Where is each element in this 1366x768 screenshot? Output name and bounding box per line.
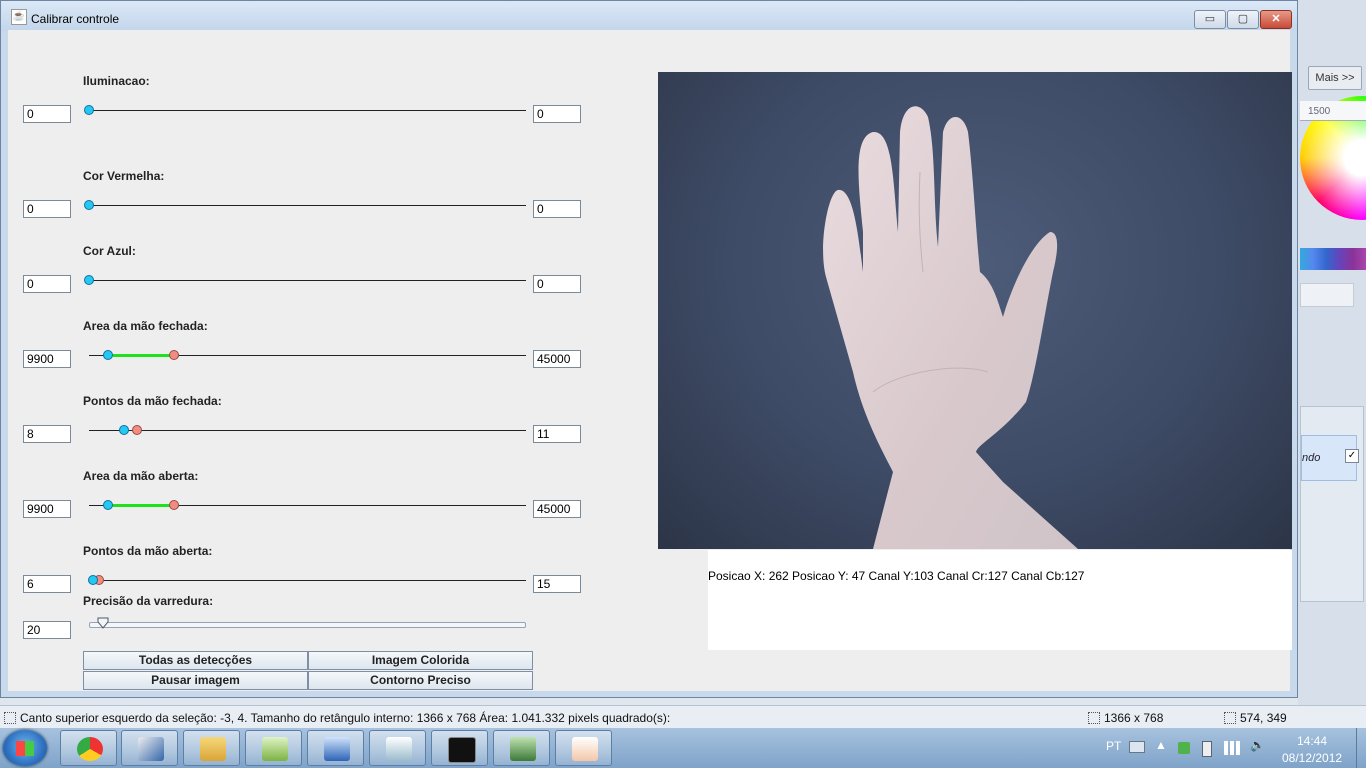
blue-color-min-knob[interactable] [84, 275, 94, 285]
taskbar-monitor[interactable] [493, 730, 550, 766]
open-hand-area-max-field[interactable]: 45000 [533, 500, 581, 518]
language-indicator[interactable]: PT [1106, 739, 1121, 753]
show-desktop-button[interactable] [1356, 728, 1366, 768]
network-icon[interactable] [1224, 741, 1240, 755]
layers-panel: ndo ✓ [1300, 406, 1364, 602]
precision-slider-track[interactable] [89, 622, 526, 628]
status-bar: Canto superior esquerdo da seleção: -3, … [0, 705, 1366, 729]
blue-color-label: Cor Azul: [83, 244, 136, 258]
precision-value-field[interactable]: 20 [23, 621, 71, 639]
open-hand-points-min-field[interactable]: 6 [23, 575, 71, 593]
open-hand-area-min-field[interactable]: 9900 [23, 500, 71, 518]
taskbar-java[interactable] [555, 730, 612, 766]
monitor-icon [510, 737, 536, 761]
all-detections-button[interactable]: Todas as detecções [83, 651, 308, 670]
open-hand-points-slider-track[interactable] [89, 580, 526, 581]
precise-contour-button[interactable]: Contorno Preciso [308, 671, 533, 690]
close-button[interactable]: ✕ [1260, 10, 1292, 29]
camera-info-box [708, 550, 1292, 650]
red-color-min-knob[interactable] [84, 200, 94, 210]
battery-icon[interactable] [1202, 741, 1212, 757]
chrome-icon [77, 737, 103, 761]
taskbar-cmd[interactable] [431, 730, 488, 766]
precision-slider-thumb[interactable] [97, 617, 109, 629]
taskbar-chrome[interactable] [60, 730, 117, 766]
minimize-button[interactable]: ▭ [1194, 10, 1226, 29]
taskbar-paint[interactable] [121, 730, 178, 766]
blue-color-slider-track[interactable] [89, 280, 526, 281]
size-icon [1088, 712, 1100, 724]
volume-icon[interactable]: 🔈 [1250, 738, 1265, 752]
closed-hand-area-max-field[interactable]: 45000 [533, 350, 581, 368]
start-button[interactable] [3, 730, 47, 766]
pause-image-button[interactable]: Pausar imagem [83, 671, 308, 690]
closed-hand-area-max-knob[interactable] [169, 350, 179, 360]
taskbar-virtualbox[interactable] [307, 730, 364, 766]
open-hand-points-min-knob[interactable] [88, 575, 98, 585]
colored-image-button[interactable]: Imagem Colorida [308, 651, 533, 670]
cursor-position-status: 574, 349 [1240, 711, 1287, 725]
keyboard-icon[interactable] [1129, 741, 1145, 753]
terminal-icon [448, 737, 476, 763]
red-color-label: Cor Vermelha: [83, 169, 165, 183]
closed-hand-points-min-knob[interactable] [119, 425, 129, 435]
open-hand-area-label: Area da mão aberta: [83, 469, 199, 483]
taskbar-document[interactable] [369, 730, 426, 766]
java-icon [572, 737, 598, 761]
cube-icon [324, 737, 350, 761]
closed-hand-points-min-field[interactable]: 8 [23, 425, 71, 443]
document-icon [386, 737, 412, 761]
title-bar: ☕ Calibrar controle ▭ ▢ ✕ [1, 1, 1297, 31]
closed-hand-area-label: Area da mão fechada: [83, 319, 208, 333]
red-color-max-field[interactable]: 0 [533, 200, 581, 218]
selection-status: Canto superior esquerdo da seleção: -3, … [20, 711, 671, 725]
illumination-max-field[interactable]: 0 [533, 105, 581, 123]
blue-color-max-field[interactable]: 0 [533, 275, 581, 293]
java-app-icon: ☕ [11, 9, 27, 25]
ruler: 1500 [1300, 101, 1366, 121]
taskbar-explorer[interactable] [183, 730, 240, 766]
camera-preview[interactable] [658, 72, 1292, 549]
security-icon[interactable] [1178, 742, 1190, 754]
background-paint-app: Mais >> 1500 ndo ✓ [1298, 0, 1366, 705]
precision-label: Precisão da varredura: [83, 594, 214, 608]
image-size-status: 1366 x 768 [1104, 711, 1164, 725]
closed-hand-points-max-knob[interactable] [132, 425, 142, 435]
closed-hand-points-slider-track[interactable] [89, 430, 526, 431]
folder-icon [200, 737, 226, 761]
windows-logo-icon [16, 741, 34, 756]
clock-time[interactable]: 14:44 [1297, 734, 1327, 748]
show-hidden-icons-icon[interactable]: ▲ [1155, 738, 1167, 752]
taskbar-notepadpp[interactable] [245, 730, 302, 766]
panel-field [1300, 283, 1354, 307]
window-title: Calibrar controle [31, 12, 120, 26]
open-hand-points-label: Pontos da mão aberta: [83, 544, 213, 558]
paint-icon [138, 737, 164, 761]
closed-hand-area-min-knob[interactable] [103, 350, 113, 360]
illumination-min-knob[interactable] [84, 105, 94, 115]
selection-icon [4, 712, 16, 724]
hand-image [823, 106, 1078, 549]
illumination-slider-track[interactable] [89, 110, 526, 111]
illumination-label: Iluminacao: [83, 74, 150, 88]
illumination-min-field[interactable]: 0 [23, 105, 71, 123]
red-color-slider-track[interactable] [89, 205, 526, 206]
more-button[interactable]: Mais >> [1308, 66, 1362, 90]
closed-hand-points-label: Pontos da mão fechada: [83, 394, 222, 408]
blue-color-min-field[interactable]: 0 [23, 275, 71, 293]
notepadpp-icon [262, 737, 288, 761]
cursor-icon [1224, 712, 1236, 724]
closed-hand-points-max-field[interactable]: 11 [533, 425, 581, 443]
taskbar: PT ▲ 🔈 14:44 08/12/2012 [0, 728, 1366, 768]
clock-date[interactable]: 08/12/2012 [1282, 751, 1342, 765]
open-hand-area-max-knob[interactable] [169, 500, 179, 510]
open-hand-points-max-field[interactable]: 15 [533, 575, 581, 593]
layer-checkbox[interactable]: ✓ [1345, 449, 1359, 463]
open-hand-area-min-knob[interactable] [103, 500, 113, 510]
color-swatches[interactable] [1300, 248, 1366, 270]
closed-hand-area-min-field[interactable]: 9900 [23, 350, 71, 368]
maximize-button[interactable]: ▢ [1227, 10, 1259, 29]
pixel-info-text: Posicao X: 262 Posicao Y: 47 Canal Y:103… [708, 569, 1085, 583]
red-color-min-field[interactable]: 0 [23, 200, 71, 218]
